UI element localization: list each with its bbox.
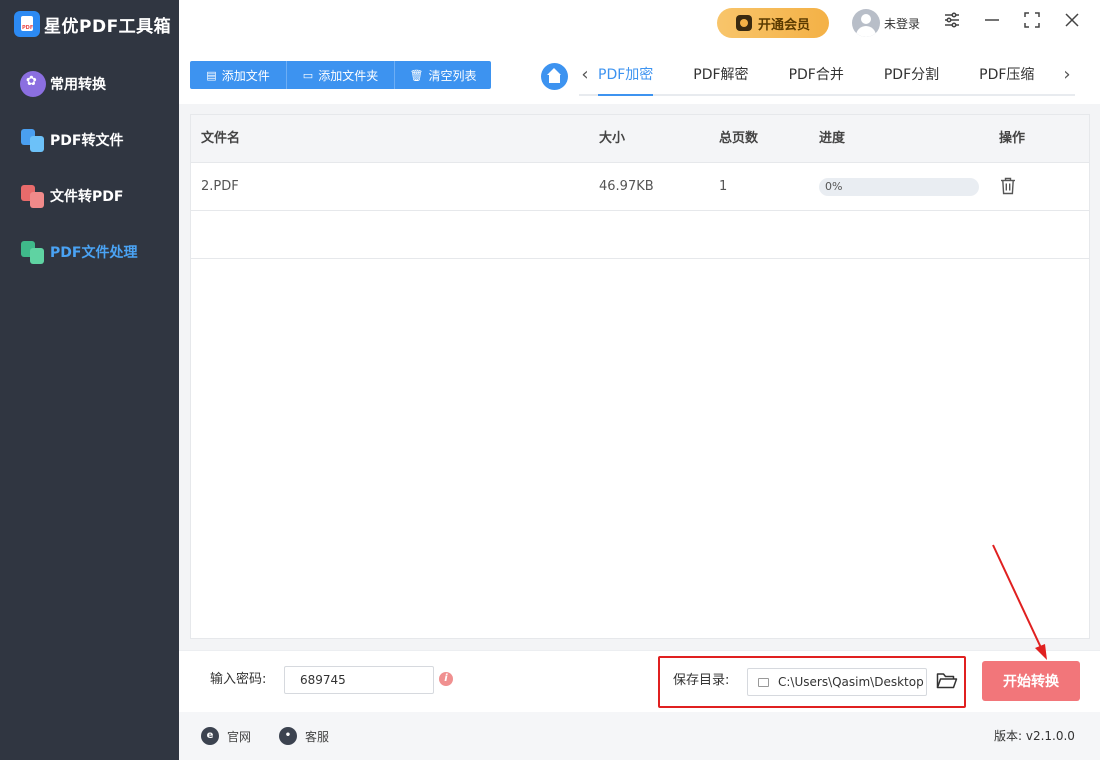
- minimize-icon[interactable]: [981, 11, 1003, 33]
- file-name-cell: 2.PDF: [201, 179, 239, 194]
- password-label: 输入密码:: [210, 672, 267, 687]
- website-link[interactable]: e 官网: [201, 726, 251, 746]
- table-header: 文件名 大小 总页数 进度 操作: [191, 115, 1089, 163]
- sidebar-item-label: PDF文件处理: [50, 245, 138, 261]
- sidebar-item-label: PDF转文件: [50, 133, 124, 149]
- file-icon: ▤: [206, 68, 217, 82]
- user-label: 未登录: [884, 16, 921, 31]
- column-header-size: 大小: [599, 131, 626, 146]
- tab-pdf-decrypt[interactable]: PDF解密: [693, 56, 748, 94]
- delete-trash-icon[interactable]: [1000, 177, 1018, 197]
- sidebar: 星优PDF工具箱 常用转换 PDF转文件 文件转PDF PDF文件处理: [0, 0, 179, 760]
- add-file-button[interactable]: ▤ 添加文件: [190, 61, 287, 89]
- chevron-right-icon[interactable]: ›: [1059, 64, 1075, 86]
- file-toolbar: ▤ 添加文件 ▭ 添加文件夹 🗑 清空列表: [190, 61, 491, 89]
- sidebar-item-label: 常用转换: [50, 77, 106, 93]
- file-table: 文件名 大小 总页数 进度 操作 2.PDF 46.97KB 1 0%: [190, 114, 1090, 639]
- home-icon[interactable]: [541, 63, 568, 90]
- support-label: 客服: [305, 729, 330, 744]
- sidebar-item-file-to-pdf[interactable]: 文件转PDF: [20, 181, 123, 211]
- tab-pdf-encrypt[interactable]: PDF加密: [598, 56, 654, 96]
- user-login[interactable]: 未登录: [852, 9, 920, 37]
- column-header-actions: 操作: [999, 131, 1026, 146]
- support-link[interactable]: • 客服: [279, 726, 329, 746]
- common-convert-icon: [20, 71, 46, 97]
- empty-table-row: [191, 211, 1089, 259]
- website-label: 官网: [227, 729, 252, 744]
- red-arrow-annotation: [992, 544, 1047, 660]
- add-folder-label: 添加文件夹: [318, 68, 379, 83]
- folder-icon: ▭: [302, 68, 314, 82]
- trash-icon: 🗑: [409, 68, 424, 82]
- progress-bar: 0%: [819, 178, 979, 196]
- sidebar-item-pdf-process[interactable]: PDF文件处理: [20, 237, 137, 267]
- pdf-to-file-icon: [20, 127, 46, 153]
- sidebar-item-label: 文件转PDF: [50, 189, 124, 205]
- avatar-icon: [852, 9, 880, 37]
- tab-pdf-split[interactable]: PDF分割: [884, 56, 939, 94]
- tab-pdf-compress[interactable]: PDF压缩: [979, 56, 1034, 94]
- file-to-pdf-icon: [20, 183, 46, 209]
- save-dir-input[interactable]: C:\Users\Qasim\Desktop: [747, 668, 927, 696]
- vip-crown-icon: [735, 15, 752, 31]
- sidebar-item-common-convert[interactable]: 常用转换: [20, 69, 106, 99]
- function-tabs: PDF加密 PDF解密 PDF合并 PDF分割 PDF压缩: [579, 56, 1075, 96]
- save-dir-label: 保存目录:: [673, 673, 730, 688]
- vip-label: 开通会员: [757, 17, 810, 33]
- column-header-name: 文件名: [201, 131, 241, 146]
- add-folder-button[interactable]: ▭ 添加文件夹: [287, 61, 395, 89]
- vip-button[interactable]: 开通会员: [717, 8, 829, 38]
- brand: 星优PDF工具箱: [14, 10, 171, 38]
- start-convert-button[interactable]: 开始转换: [982, 661, 1080, 701]
- app-logo-icon: [14, 11, 40, 37]
- info-icon[interactable]: i: [439, 672, 453, 686]
- column-header-progress: 进度: [819, 131, 846, 146]
- maximize-icon[interactable]: [1021, 11, 1043, 33]
- sidebar-item-pdf-to-file[interactable]: PDF转文件: [20, 125, 123, 155]
- password-input[interactable]: [284, 666, 434, 694]
- settings-sliders-icon[interactable]: [941, 11, 963, 33]
- app-title: 星优PDF工具箱: [44, 16, 172, 37]
- page-count-cell: 1: [719, 179, 728, 194]
- file-size-cell: 46.97KB: [599, 179, 654, 194]
- table-row[interactable]: 2.PDF 46.97KB 1 0%: [191, 163, 1089, 211]
- column-header-pages: 总页数: [719, 131, 759, 146]
- clear-list-label: 清空列表: [428, 68, 477, 83]
- version-label: 版本: v2.1.0.0: [994, 729, 1075, 743]
- pdf-process-icon: [20, 239, 46, 265]
- folder-icon: [758, 678, 769, 687]
- add-file-label: 添加文件: [221, 68, 270, 83]
- progress-text: 0%: [825, 180, 843, 193]
- close-icon[interactable]: [1061, 11, 1083, 33]
- clear-list-button[interactable]: 🗑 清空列表: [395, 61, 491, 89]
- tab-pdf-merge[interactable]: PDF合并: [789, 56, 844, 94]
- browse-folder-icon[interactable]: [936, 672, 958, 692]
- save-dir-value: C:\Users\Qasim\Desktop: [778, 675, 924, 689]
- ie-browser-icon: e: [201, 727, 219, 745]
- chat-bubble-icon: •: [279, 727, 297, 745]
